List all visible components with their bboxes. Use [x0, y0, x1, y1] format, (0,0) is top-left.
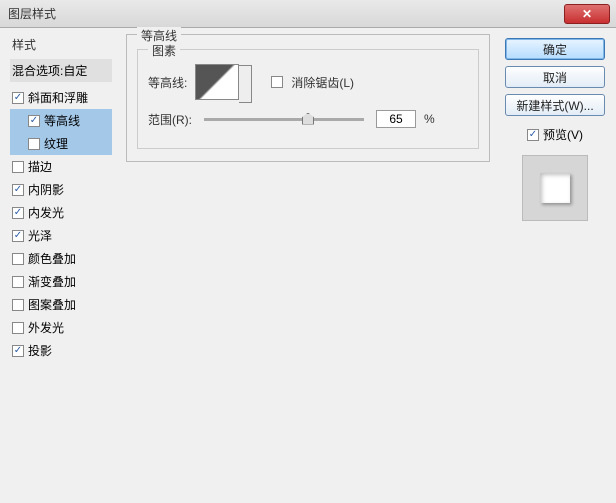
range-row: 范围(R): % — [148, 110, 468, 128]
style-checkbox[interactable] — [28, 138, 40, 150]
elements-group: 图素 等高线: 消除锯齿(L) 范围(R): % — [137, 49, 479, 149]
style-item-1[interactable]: 等高线 — [10, 109, 112, 132]
antialias-label: 消除锯齿(L) — [291, 74, 354, 91]
style-checkbox[interactable] — [12, 230, 24, 242]
range-slider[interactable] — [204, 118, 364, 121]
new-style-button[interactable]: 新建样式(W)... — [505, 94, 605, 116]
style-item-9[interactable]: 图案叠加 — [10, 293, 112, 316]
contour-label: 等高线: — [148, 74, 187, 91]
preview-swatch — [540, 173, 570, 203]
contour-row: 等高线: 消除锯齿(L) — [148, 64, 468, 100]
style-checkbox[interactable] — [12, 276, 24, 288]
style-item-10[interactable]: 外发光 — [10, 316, 112, 339]
range-label: 范围(R): — [148, 111, 192, 128]
action-panel: 确定 取消 新建样式(W)... 预览(V) — [500, 28, 616, 503]
style-checkbox[interactable] — [12, 322, 24, 334]
style-label: 内发光 — [28, 204, 64, 221]
subgroup-title: 图素 — [148, 42, 180, 59]
preview-thumbnail — [522, 155, 588, 221]
style-label: 等高线 — [44, 112, 80, 129]
style-checkbox[interactable] — [12, 207, 24, 219]
style-label: 图案叠加 — [28, 296, 76, 313]
style-checkbox[interactable] — [12, 161, 24, 173]
ok-button[interactable]: 确定 — [505, 38, 605, 60]
style-item-3[interactable]: 描边 — [10, 155, 112, 178]
style-item-7[interactable]: 颜色叠加 — [10, 247, 112, 270]
style-item-6[interactable]: 光泽 — [10, 224, 112, 247]
style-label: 投影 — [28, 342, 52, 359]
close-button[interactable]: ✕ — [564, 4, 610, 24]
style-checkbox[interactable] — [12, 345, 24, 357]
style-item-8[interactable]: 渐变叠加 — [10, 270, 112, 293]
blend-options-row[interactable]: 混合选项:自定 — [10, 59, 112, 82]
style-label: 外发光 — [28, 319, 64, 336]
contour-picker[interactable] — [195, 64, 239, 100]
style-checkbox[interactable] — [12, 92, 24, 104]
contour-section: 等高线 图素 等高线: 消除锯齿(L) 范围(R): — [126, 34, 490, 162]
styles-header: 样式 — [10, 36, 112, 53]
main-area: 样式 混合选项:自定 斜面和浮雕等高线纹理描边内阴影内发光光泽颜色叠加渐变叠加图… — [0, 28, 616, 503]
close-icon: ✕ — [582, 7, 592, 21]
antialias-checkbox[interactable] — [271, 76, 283, 88]
style-item-0[interactable]: 斜面和浮雕 — [10, 86, 112, 109]
preview-toggle-row: 预览(V) — [527, 126, 583, 143]
title-bar: 图层样式 ✕ — [0, 0, 616, 28]
style-label: 颜色叠加 — [28, 250, 76, 267]
preview-label: 预览(V) — [543, 126, 583, 143]
slider-thumb[interactable] — [302, 113, 314, 125]
range-input[interactable] — [376, 110, 416, 128]
style-label: 光泽 — [28, 227, 52, 244]
style-label: 斜面和浮雕 — [28, 89, 88, 106]
style-checkbox[interactable] — [28, 115, 40, 127]
style-checkbox[interactable] — [12, 184, 24, 196]
style-item-4[interactable]: 内阴影 — [10, 178, 112, 201]
style-label: 描边 — [28, 158, 52, 175]
style-item-5[interactable]: 内发光 — [10, 201, 112, 224]
preview-checkbox[interactable] — [527, 129, 539, 141]
style-checkbox[interactable] — [12, 253, 24, 265]
styles-panel: 样式 混合选项:自定 斜面和浮雕等高线纹理描边内阴影内发光光泽颜色叠加渐变叠加图… — [0, 28, 116, 503]
style-item-11[interactable]: 投影 — [10, 339, 112, 362]
chevron-down-icon — [241, 79, 249, 84]
style-label: 渐变叠加 — [28, 273, 76, 290]
style-label: 内阴影 — [28, 181, 64, 198]
range-unit: % — [424, 112, 435, 126]
style-checkbox[interactable] — [12, 299, 24, 311]
style-label: 纹理 — [44, 135, 68, 152]
style-item-2[interactable]: 纹理 — [10, 132, 112, 155]
settings-panel: 等高线 图素 等高线: 消除锯齿(L) 范围(R): — [116, 28, 500, 503]
window-title: 图层样式 — [8, 5, 56, 22]
cancel-button[interactable]: 取消 — [505, 66, 605, 88]
